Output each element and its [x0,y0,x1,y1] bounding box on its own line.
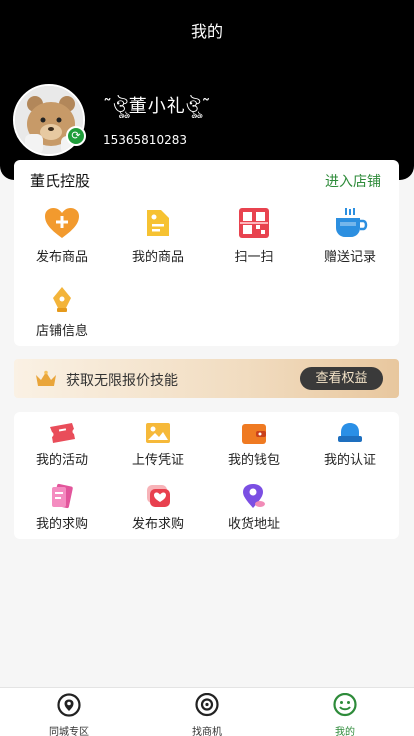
page-title: 我的 [190,22,223,41]
phone-number: 15365810283 [103,133,187,147]
heart-chat-icon [147,485,170,507]
tool-item-label: 收货地址 [227,517,280,532]
publish-purchase-request-button[interactable]: 发布求购 [110,482,206,532]
shop-item-label: 我的商品 [131,250,184,265]
shop-name: 董氏控股 [30,172,91,190]
tab-local-zone[interactable]: 同城专区 [0,693,138,736]
publish-goods-button[interactable]: 发布商品 [14,206,110,265]
heart-plus-icon [45,208,79,238]
tool-item-label: 我的求购 [35,517,88,532]
shop-info-button[interactable]: 店铺信息 [14,284,110,339]
tab-mine[interactable]: 我的 [276,692,414,736]
refresh-badge-icon[interactable]: ⟳ [66,126,86,146]
scan-button[interactable]: 扫一扫 [206,206,302,265]
shop-item-label: 扫一扫 [234,250,274,265]
promo-text: 获取无限报价技能 [66,373,178,389]
shop-item-label: 赠送记录 [323,250,376,265]
tool-item-label: 上传凭证 [131,453,184,468]
tool-item-label: 发布求购 [131,517,184,532]
image-icon [146,423,170,443]
username: ˜ঔৣ董小礼ঔৣ˜ [103,96,212,117]
wallet-icon [242,424,266,444]
my-goods-button[interactable]: 我的商品 [110,206,206,265]
my-verification-button[interactable]: 我的认证 [302,420,398,468]
price-tag-icon [147,210,169,236]
coffee-cup-icon [336,208,368,237]
view-benefits-button[interactable]: 查看权益 [300,367,383,390]
location-pin-icon [243,484,265,508]
my-activities-button[interactable]: 我的活动 [14,420,110,468]
tab-label: 同城专区 [49,727,89,736]
tool-item-label: 我的钱包 [227,453,280,468]
my-purchase-requests-button[interactable]: 我的求购 [14,482,110,532]
pen-nib-icon [53,287,71,312]
tab-label: 找商机 [192,727,222,736]
my-wallet-button[interactable]: 我的钱包 [206,420,302,468]
promo-banner[interactable]: 获取无限报价技能 查看权益 [14,359,399,398]
shop-item-label: 发布商品 [35,250,88,265]
tool-item-label: 我的活动 [35,453,88,468]
shop-card: 董氏控股 进入店铺 发布商品 我的商品 扫一扫 赠送记录 店铺信息 [14,160,399,346]
shop-item-label: 店铺信息 [35,324,88,339]
gift-records-button[interactable]: 赠送记录 [302,206,398,265]
upload-proof-button[interactable]: 上传凭证 [110,420,206,468]
qr-scan-icon [239,208,269,238]
bottom-tabbar: 同城专区 找商机 我的 [0,687,414,736]
ticket-icon [50,423,75,443]
crown-icon [36,370,56,386]
location-circle-icon [57,693,81,717]
ticket-list-icon [52,483,73,509]
smile-icon [333,692,357,717]
chat-bubble-icon [195,692,219,717]
tab-label: 我的 [335,727,355,736]
enter-shop-link[interactable]: 进入店铺 [325,171,381,191]
tools-card: 我的活动 上传凭证 我的钱包 我的认证 我的求购 发布求购 收货地址 [14,412,399,539]
badge-check-icon [338,423,362,442]
tab-find-opportunities[interactable]: 找商机 [138,692,276,736]
shipping-address-button[interactable]: 收货地址 [206,482,302,532]
tool-item-label: 我的认证 [323,453,376,468]
